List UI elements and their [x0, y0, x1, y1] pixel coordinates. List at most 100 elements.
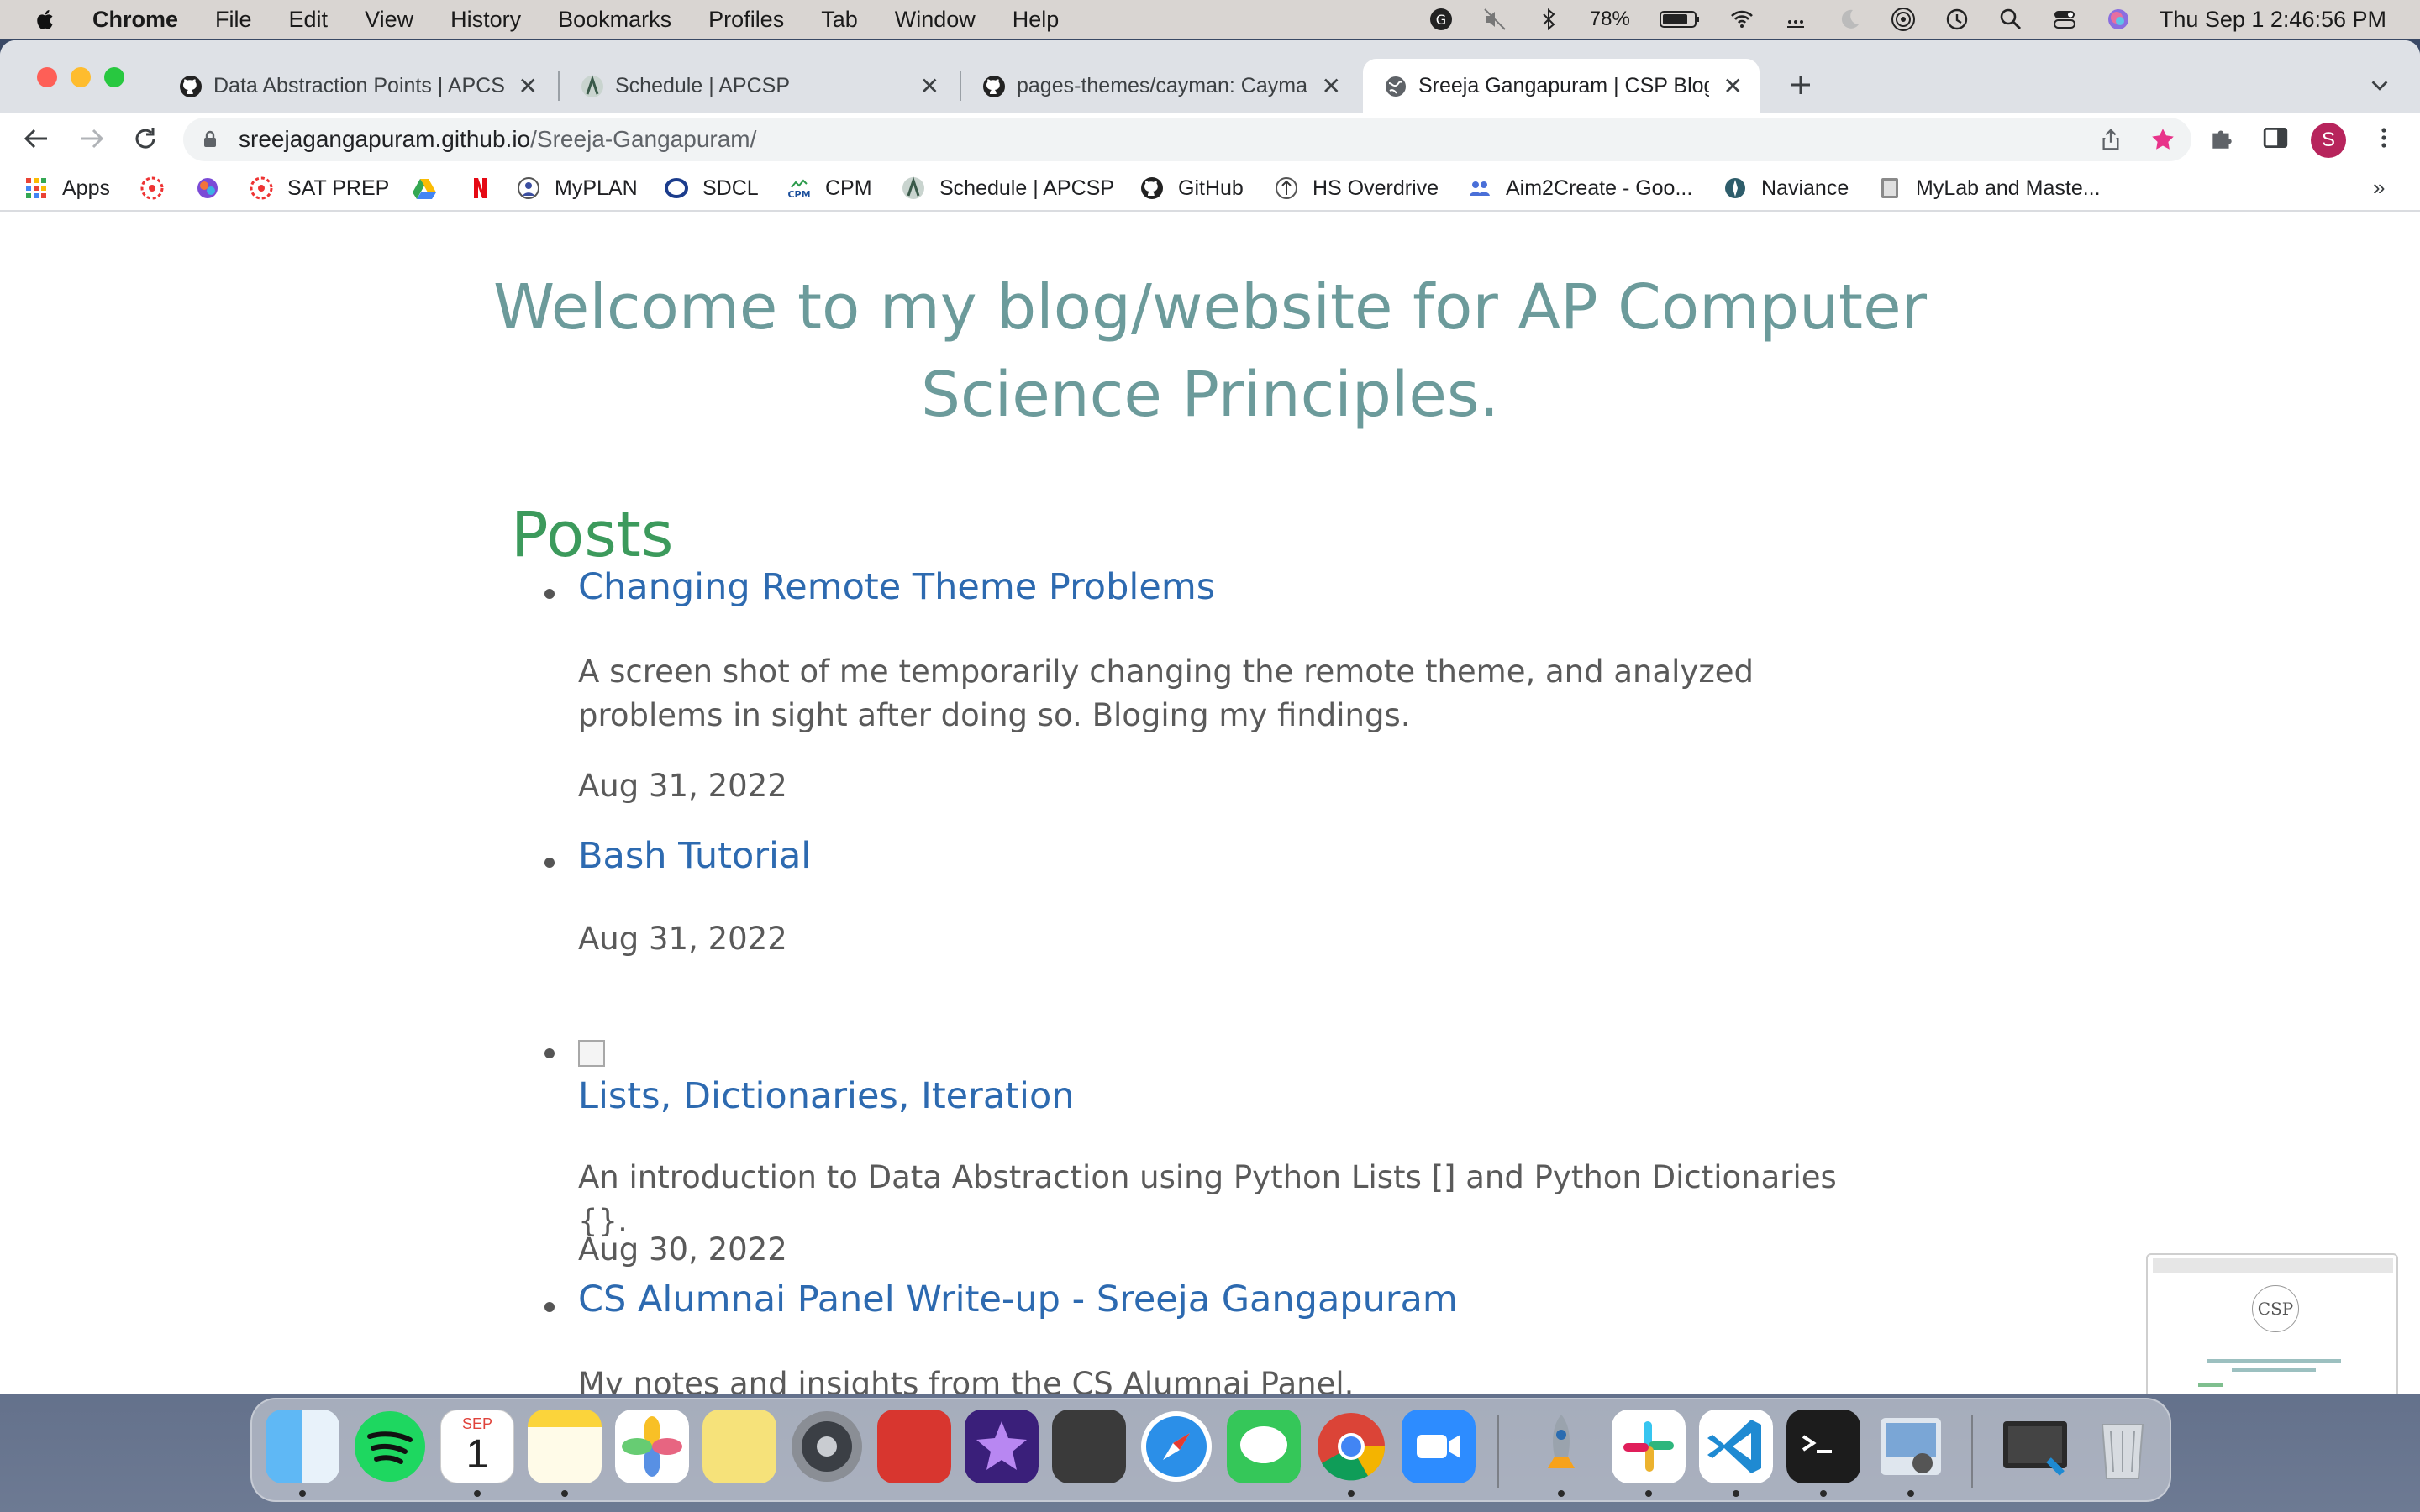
close-tab-icon[interactable]: ✕	[920, 72, 939, 100]
calendar-icon[interactable]: SEP 1	[440, 1410, 514, 1483]
tab-data-abstraction[interactable]: Data Abstraction Points | APCSP ✕	[158, 59, 555, 113]
terminal-icon[interactable]	[1786, 1410, 1860, 1483]
battery-icon[interactable]	[1659, 7, 1701, 32]
bookmark-naviance[interactable]: Naviance	[1723, 173, 1849, 203]
clock[interactable]: Thu Sep 1 2:46:56 PM	[2160, 7, 2386, 33]
dock: SEP 1	[250, 1398, 2171, 1502]
menu-tab[interactable]: Tab	[821, 7, 858, 33]
page-content: Welcome to my blog/website for AP Comput…	[0, 213, 2420, 1394]
bookmark-mylab[interactable]: MyLab and Maste...	[1877, 173, 2101, 203]
bookmark-aim2create[interactable]: Aim2Create - Goo...	[1467, 173, 1692, 203]
bookmark-label: SAT PREP	[287, 176, 390, 200]
chrome-icon[interactable]	[1314, 1410, 1388, 1483]
apple-icon[interactable]	[34, 7, 59, 32]
broken-image-icon[interactable]	[578, 1040, 605, 1067]
tab-sreeja-blog[interactable]: Sreeja Gangapuram | CSP Blog ✕	[1363, 59, 1760, 113]
zoom-icon[interactable]	[1402, 1410, 1476, 1483]
finder-icon[interactable]	[266, 1410, 339, 1483]
post-description: My notes and insights from the CS Alumna…	[578, 1366, 1355, 1394]
close-window-button[interactable]	[37, 67, 57, 87]
bookmark-sat-prep[interactable]: SAT PREP	[249, 173, 389, 203]
running-indicator	[299, 1490, 306, 1497]
bookmark-myplan[interactable]: MyPLAN	[516, 173, 638, 203]
notes-icon[interactable]	[528, 1410, 602, 1483]
bookmark-pinwheel[interactable]	[195, 173, 234, 203]
address-bar[interactable]: sreejagangapuram.github.io/Sreeja-Gangap…	[183, 118, 2191, 161]
minimize-window-button[interactable]	[71, 67, 91, 87]
close-tab-icon[interactable]: ✕	[1322, 72, 1341, 100]
new-tab-icon[interactable]	[1788, 72, 1813, 97]
reload-icon[interactable]	[131, 124, 160, 153]
messages-icon[interactable]	[1227, 1410, 1301, 1483]
control-center-icon[interactable]	[2052, 7, 2077, 32]
tab-schedule-apcsp[interactable]: Schedule | APCSP ✕	[560, 59, 956, 113]
bookmark-cpm[interactable]: CPM CPM	[786, 173, 871, 203]
bookmark-apps[interactable]: Apps	[24, 173, 110, 203]
side-panel-icon[interactable]	[2262, 124, 2289, 151]
profile-avatar[interactable]: S	[2311, 123, 2346, 158]
thumbnail-toolbar	[2153, 1258, 2393, 1273]
stickies-icon[interactable]	[702, 1410, 776, 1483]
vscode-icon[interactable]	[1699, 1410, 1773, 1483]
menu-edit[interactable]: Edit	[289, 7, 329, 33]
lock-icon[interactable]	[200, 129, 220, 150]
spotlight-search-icon[interactable]	[1998, 7, 2023, 32]
bookmark-star-icon[interactable]	[2149, 126, 2176, 153]
apcsp-icon	[902, 176, 924, 199]
menu-file[interactable]: File	[215, 7, 252, 33]
menu-window[interactable]: Window	[895, 7, 976, 33]
time-machine-icon[interactable]	[1944, 7, 1970, 32]
menu-help[interactable]: Help	[1013, 7, 1060, 33]
menu-profiles[interactable]: Profiles	[708, 7, 784, 33]
menu-view[interactable]: View	[365, 7, 413, 33]
calculator-icon[interactable]	[1052, 1410, 1126, 1483]
bookmark-google-drive[interactable]	[412, 173, 450, 203]
menu-history[interactable]: History	[450, 7, 521, 33]
spotify-icon[interactable]	[353, 1410, 427, 1483]
bookmark-canvas[interactable]	[139, 173, 178, 203]
moon-icon[interactable]	[1837, 7, 1862, 32]
siri-icon[interactable]	[2106, 7, 2131, 32]
github-icon	[180, 76, 202, 97]
tab-search-chevron-icon[interactable]	[2368, 74, 2391, 97]
extensions-puzzle-icon[interactable]	[2208, 124, 2235, 151]
system-preferences-icon[interactable]	[790, 1410, 864, 1483]
imovie-icon[interactable]	[965, 1410, 1039, 1483]
screenshot-icon[interactable]	[1998, 1410, 2072, 1483]
post-title-link[interactable]: Bash Tutorial	[578, 835, 811, 877]
post-title-link[interactable]: CS Alumnai Panel Write-up - Sreeja Ganga…	[578, 1278, 1458, 1320]
post-title-link[interactable]: Lists, Dictionaries, Iteration	[578, 1075, 1075, 1117]
preview-icon[interactable]	[1874, 1410, 1948, 1483]
bookmark-schedule-apcsp[interactable]: Schedule | APCSP	[901, 173, 1114, 203]
bookmark-github[interactable]: GitHub	[1139, 173, 1244, 203]
bookmark-netflix[interactable]	[467, 173, 506, 203]
forward-arrow-icon[interactable]	[77, 124, 106, 153]
back-arrow-icon[interactable]	[22, 124, 50, 153]
bluetooth-icon[interactable]	[1536, 7, 1561, 32]
more-menu-icon[interactable]	[2371, 124, 2396, 151]
photo-booth-icon[interactable]	[877, 1410, 951, 1483]
menu-bookmarks[interactable]: Bookmarks	[558, 7, 671, 33]
tab-pages-themes-cayman[interactable]: pages-themes/cayman: Cayman ✕	[961, 59, 1358, 113]
close-tab-icon[interactable]: ✕	[518, 72, 538, 100]
keyboard-brightness-icon[interactable]	[1783, 7, 1808, 32]
slack-icon[interactable]	[1612, 1410, 1686, 1483]
launchpad-icon[interactable]	[1524, 1410, 1598, 1483]
bookmark-hs-overdrive[interactable]: HS Overdrive	[1274, 173, 1439, 203]
photos-icon[interactable]	[615, 1410, 689, 1483]
myplan-icon	[518, 177, 539, 199]
airdrop-icon[interactable]	[1891, 7, 1916, 32]
safari-icon[interactable]	[1139, 1410, 1213, 1483]
grammarly-icon[interactable]: G	[1428, 7, 1454, 32]
bookmarks-overflow-icon[interactable]: »	[2373, 175, 2385, 201]
bookmark-sdcl[interactable]: SDCL	[664, 173, 759, 203]
menu-app-name[interactable]: Chrome	[92, 7, 178, 33]
post-title-link[interactable]: Changing Remote Theme Problems	[578, 566, 1215, 608]
maximize-window-button[interactable]	[104, 67, 124, 87]
trash-icon[interactable]	[2086, 1410, 2160, 1483]
wifi-icon[interactable]	[1729, 7, 1754, 32]
mute-icon[interactable]	[1482, 7, 1507, 32]
share-icon[interactable]	[2099, 128, 2123, 151]
close-tab-icon[interactable]: ✕	[1723, 72, 1743, 100]
screenshot-thumbnail[interactable]: CSP	[2146, 1253, 2398, 1394]
